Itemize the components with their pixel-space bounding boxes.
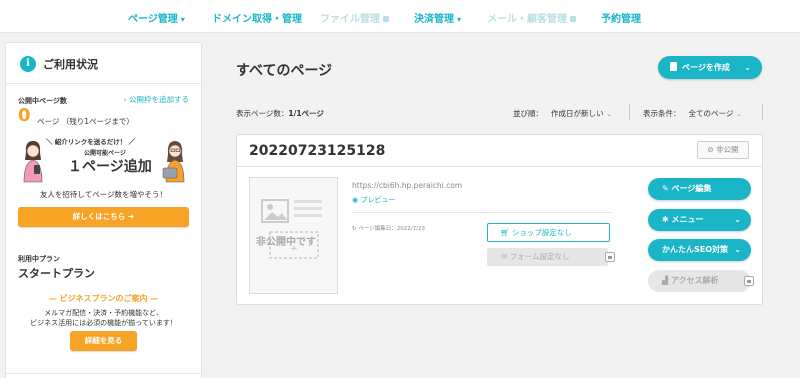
nav-page-management[interactable]: ページ管理 ▾: [128, 10, 185, 25]
chevron-down-icon: ▾: [180, 15, 185, 24]
invite-text: 友人を招待してページ数を増やそう！: [39, 190, 168, 199]
refresh-icon: ↻: [352, 226, 357, 232]
promo-big-text: １ページ追加: [68, 159, 152, 175]
image-placeholder-icon: +: [261, 199, 322, 259]
divider: [352, 212, 612, 213]
business-plan-title: — ビジネスプランのご案内 —: [48, 294, 159, 303]
business-plan-description: メルマガ配信・決済・予約機能など、 ビジネス活用には必須の機能が揃っています！: [30, 309, 177, 327]
cart-icon: 🛒︎: [500, 228, 510, 237]
status-badge: ⊘ 非公開: [697, 141, 749, 159]
shop-settings-button[interactable]: 🛒︎ ショップ設定なし: [487, 223, 610, 242]
filter-select[interactable]: 表示条件： 全てのページ ⌄: [643, 108, 741, 119]
page-thumbnail[interactable]: + 非公開中です: [249, 177, 338, 294]
create-page-button[interactable]: ページを作成 ⌄: [658, 56, 762, 79]
woman-laptop-illustration: [162, 141, 185, 183]
preview-link[interactable]: ◉ プレビュー: [352, 195, 395, 205]
chevron-down-icon: ⌄: [744, 63, 751, 72]
page-edit-button[interactable]: ✎ ページ編集: [648, 178, 751, 200]
current-plan-name: スタートプラン: [18, 267, 95, 280]
edited-date: ↻ ページ編集日：2022/7/23: [352, 226, 425, 232]
menu-button[interactable]: ✱ メニュー ⌄: [648, 209, 751, 231]
add-publish-slot-link[interactable]: › 公開枠を追加する: [124, 94, 189, 105]
chevron-down-icon: ⌄: [734, 215, 741, 224]
page-card-title: 20220723125128: [249, 143, 386, 159]
referral-details-button[interactable]: 詳しくはこちら ➔: [18, 207, 189, 227]
nav-domain-management[interactable]: ドメイン取得・管理: [212, 10, 302, 25]
chevron-down-icon: ▾: [457, 15, 462, 24]
seo-button[interactable]: かんたんSEO対策 ⌄: [648, 239, 751, 261]
chevron-down-icon: ⌄: [734, 245, 741, 254]
mail-icon: ✉: [501, 252, 508, 261]
lock-icon: [570, 16, 576, 22]
page-title: すべてのページ: [236, 63, 333, 79]
divider: [237, 166, 762, 167]
sidebar-title: ご利用状況: [43, 58, 98, 71]
access-analytics-button[interactable]: ▟ アクセス解析: [648, 270, 751, 292]
business-plan-details-button[interactable]: 詳細を見る: [70, 331, 137, 351]
document-icon: [670, 62, 677, 71]
nav-mail-customer-management[interactable]: メール・顧客管理: [487, 10, 576, 25]
gear-icon: ✱: [662, 215, 669, 224]
chevron-down-icon: ⌄: [606, 111, 612, 118]
thumbnail-text: 非公開中です: [256, 237, 316, 248]
top-navigation: ページ管理 ▾ ドメイン取得・管理 ファイル管理 決済管理 ▾ メール・顧客管理 予…: [0, 0, 800, 33]
divider: [629, 104, 630, 120]
chevron-down-icon: ⌄: [736, 111, 742, 118]
display-count: 表示ページ数：1/1ページ: [236, 109, 324, 118]
page-url[interactable]: https://cbi6h.hp.peraichi.com: [352, 181, 462, 190]
nav-payment-management[interactable]: 決済管理 ▾: [414, 10, 461, 25]
referral-promo-banner: ＼ 紹介リンクを送るだけ！ ／ 公開可能ページ １ページ追加: [18, 136, 190, 190]
eye-icon: ◉: [352, 196, 359, 204]
info-icon: i: [20, 56, 36, 72]
divider: [6, 373, 201, 374]
nav-reservation-management[interactable]: 予約管理: [601, 10, 641, 25]
lock-icon: [744, 276, 754, 286]
usage-sidebar: i ご利用状況 公開中ページ数 › 公開枠を追加する 0 ページ （残り1ページ…: [5, 42, 202, 378]
lock-icon: [605, 252, 615, 262]
pencil-icon: ✎: [662, 184, 669, 193]
current-plan-label: 利用中プラン: [18, 255, 60, 263]
woman-phone-illustration: [23, 141, 43, 183]
nav-file-management[interactable]: ファイル管理: [320, 10, 389, 25]
published-count: 0: [18, 105, 31, 126]
divider: [762, 104, 763, 120]
page-card: 20220723125128 ⊘ 非公開 + 非公開中です https://cb…: [236, 134, 763, 305]
sort-select[interactable]: 並び順： 作成日が新しい ⌄: [513, 108, 612, 119]
chart-icon: ▟: [662, 276, 669, 285]
published-count-text: ページ （残り1ページまで）: [37, 117, 134, 126]
promo-bubble-text: ＼ 紹介リンクを送るだけ！ ／: [46, 138, 136, 146]
lock-icon: [383, 16, 389, 22]
globe-off-icon: ⊘: [707, 145, 714, 154]
divider: [6, 83, 201, 84]
form-settings-button[interactable]: ✉ フォーム設定なし: [487, 248, 608, 266]
